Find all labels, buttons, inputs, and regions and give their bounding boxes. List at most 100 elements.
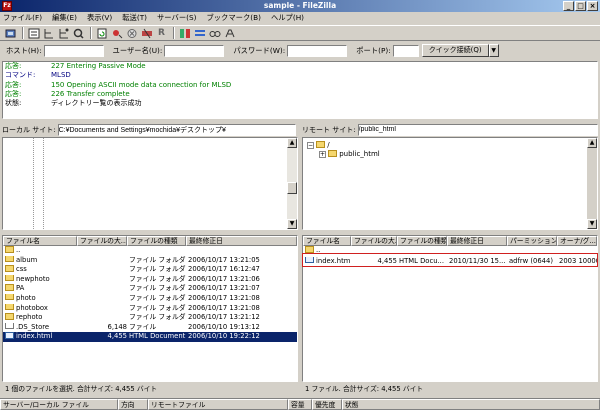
password-input[interactable] bbox=[287, 44, 348, 57]
file-name-cell: album bbox=[3, 255, 77, 266]
queue-column-priority[interactable]: 優先度 bbox=[312, 399, 342, 410]
menu-server[interactable]: サーバー(S) bbox=[157, 13, 196, 23]
file-name: photo bbox=[16, 293, 36, 302]
remote-directory-tree[interactable]: − / + public_html ▲ ▼ bbox=[302, 137, 598, 230]
table-row[interactable]: rephoto ファイル フォルダ 2006/10/17 13:21:12 bbox=[3, 313, 297, 323]
menu-help[interactable]: ヘルプ(H) bbox=[271, 13, 304, 23]
file-name-cell: .DS_Store bbox=[3, 322, 77, 333]
menu-bookmarks[interactable]: ブックマーク(B) bbox=[206, 13, 260, 23]
menu-file[interactable]: ファイル(F) bbox=[3, 13, 42, 23]
table-row[interactable]: photo ファイル フォルダ 2006/10/17 13:21:08 bbox=[3, 293, 297, 304]
site-manager-icon[interactable] bbox=[4, 27, 17, 39]
column-header-filesize[interactable]: ファイルの大... bbox=[77, 236, 127, 246]
table-row[interactable]: photobox ファイル フォルダ 2006/10/17 13:21:08 bbox=[3, 303, 297, 314]
file-name-cell: rephoto bbox=[3, 313, 77, 323]
quickconnect-dropdown[interactable]: ▼ bbox=[488, 44, 499, 57]
file-name: album bbox=[16, 255, 38, 264]
window-title: sample - FileZilla bbox=[263, 1, 337, 10]
scroll-up-button[interactable]: ▲ bbox=[587, 138, 597, 148]
table-row[interactable]: .DS_Store 6,148 ファイル 2006/10/10 19:13:12 bbox=[3, 322, 297, 333]
close-button[interactable]: × bbox=[587, 1, 598, 11]
column-header-filetype[interactable]: ファイルの種類 bbox=[127, 236, 186, 246]
local-path-bar: ローカル サイト: bbox=[2, 123, 298, 136]
queue-column-local-file[interactable]: サーバー/ローカル ファイル bbox=[0, 399, 118, 410]
remote-path-input[interactable] bbox=[357, 123, 598, 136]
table-row[interactable]: album ファイル フォルダ 2006/10/17 13:21:05 bbox=[3, 255, 297, 266]
log-text: 226 Transfer complete bbox=[51, 89, 130, 98]
log-text: ディレクトリー覧の表示成功 bbox=[51, 99, 142, 108]
refresh-icon[interactable] bbox=[95, 27, 108, 39]
host-input[interactable] bbox=[43, 44, 104, 57]
file-name: photobox bbox=[16, 303, 48, 312]
folder-icon bbox=[5, 313, 14, 320]
queue-column-direction[interactable]: 方向 bbox=[118, 399, 148, 410]
cancel-icon[interactable] bbox=[125, 27, 138, 39]
queue-column-remote-file[interactable]: リモートファイル bbox=[148, 399, 288, 410]
local-tree-icon[interactable] bbox=[42, 27, 55, 39]
table-row[interactable]: PA ファイル フォルダ 2006/10/17 13:21:07 bbox=[3, 284, 297, 294]
collapse-icon[interactable]: − bbox=[307, 142, 314, 149]
quickconnect-button[interactable]: クイック接続(Q) bbox=[421, 44, 489, 57]
process-queue-icon[interactable] bbox=[110, 27, 123, 39]
remote-tree-icon[interactable] bbox=[57, 27, 70, 39]
maximize-button[interactable]: □ bbox=[575, 1, 586, 11]
file-name-cell: css bbox=[3, 265, 77, 275]
file-name-cell: PA bbox=[3, 284, 77, 294]
scroll-down-button[interactable]: ▼ bbox=[287, 219, 297, 229]
table-row[interactable]: newphoto ファイル フォルダ 2006/10/17 13:21:06 bbox=[3, 274, 297, 285]
column-header-filesize[interactable]: ファイルの大... bbox=[351, 236, 397, 246]
message-log[interactable]: 応答: 227 Entering Passive Mode コマンド: MLSD 応答:… bbox=[2, 61, 598, 119]
scroll-up-button[interactable]: ▲ bbox=[287, 138, 297, 148]
column-header-filetype[interactable]: ファイルの種類 bbox=[397, 236, 447, 246]
remote-list-header: ファイル名 ファイルの大... ファイルの種類 最終修正日 パーミッション オー… bbox=[303, 236, 597, 246]
file-type: ファイル フォルダ bbox=[129, 255, 186, 264]
tree-node-public-html[interactable]: + public_html bbox=[319, 149, 380, 159]
reconnect-icon[interactable]: R bbox=[155, 27, 168, 39]
disconnect-icon[interactable] bbox=[140, 27, 153, 39]
compare-icon[interactable] bbox=[178, 27, 191, 39]
file-modified: 2006/10/17 13:21:08 bbox=[188, 293, 260, 302]
file-modified: 2006/10/17 13:21:05 bbox=[188, 255, 260, 264]
local-directory-tree[interactable]: ▲ ▼ bbox=[2, 137, 298, 230]
menu-edit[interactable]: 編集(E) bbox=[52, 13, 77, 23]
table-row[interactable]: index.html 4,455 HTML Document 2006/10/10 1… bbox=[3, 332, 297, 342]
local-file-list[interactable]: ファイル名 ファイルの大... ファイルの種類 最終修正日 .. album ファイ… bbox=[2, 235, 298, 382]
menu-transfer[interactable]: 転送(T) bbox=[122, 13, 147, 23]
local-path-input[interactable] bbox=[57, 123, 296, 136]
column-header-owner[interactable]: オーナ/グ... bbox=[557, 236, 597, 246]
tree-node-root[interactable]: − / bbox=[307, 140, 330, 150]
scroll-down-button[interactable]: ▼ bbox=[587, 219, 597, 229]
remote-tree-scrollbar[interactable]: ▲ ▼ bbox=[587, 138, 597, 229]
binoculars-icon[interactable] bbox=[223, 27, 236, 39]
minimize-button[interactable]: _ bbox=[563, 1, 574, 11]
local-tree-scrollbar[interactable]: ▲ ▼ bbox=[287, 138, 297, 229]
expand-icon[interactable]: + bbox=[319, 151, 326, 158]
search-icon[interactable] bbox=[208, 27, 221, 39]
log-label: 応答: bbox=[5, 62, 22, 70]
column-header-filename[interactable]: ファイル名 bbox=[303, 236, 351, 246]
file-modified: 2006/10/10 19:22:12 bbox=[188, 332, 260, 341]
menu-bar: ファイル(F) 編集(E) 表示(V) 転送(T) サーバー(S) ブックマーク… bbox=[0, 12, 600, 24]
queue-column-size[interactable]: 容量 bbox=[288, 399, 312, 410]
scroll-thumb[interactable] bbox=[287, 182, 297, 194]
file-name-cell: photo bbox=[3, 293, 77, 304]
log-icon[interactable] bbox=[27, 27, 40, 39]
menu-view[interactable]: 表示(V) bbox=[87, 13, 112, 23]
file-modified: 2006/10/17 16:12:47 bbox=[188, 265, 260, 274]
column-header-modified[interactable]: 最終修正日 bbox=[447, 236, 507, 246]
file-type: ファイル bbox=[129, 322, 157, 331]
file-type bbox=[127, 246, 186, 256]
column-header-permissions[interactable]: パーミッション bbox=[507, 236, 557, 246]
column-header-modified[interactable]: 最終修正日 bbox=[186, 236, 297, 246]
port-input[interactable] bbox=[392, 44, 419, 57]
sync-browse-icon[interactable] bbox=[193, 27, 206, 39]
table-row[interactable]: .. bbox=[3, 246, 297, 256]
queue-column-status[interactable]: 状態 bbox=[342, 399, 600, 410]
file-type: ファイル フォルダ bbox=[129, 303, 186, 312]
file-name-cell: photobox bbox=[3, 303, 77, 314]
queue-icon[interactable] bbox=[72, 27, 85, 39]
column-header-filename[interactable]: ファイル名 bbox=[3, 236, 77, 246]
file-modified: 2006/10/17 13:21:07 bbox=[188, 284, 260, 293]
username-input[interactable] bbox=[164, 44, 225, 57]
table-row[interactable]: css ファイル フォルダ 2006/10/17 16:12:47 bbox=[3, 265, 297, 275]
